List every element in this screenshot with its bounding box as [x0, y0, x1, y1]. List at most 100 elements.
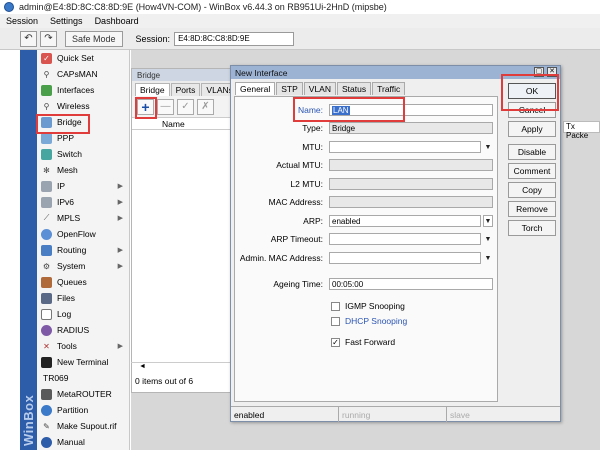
arp-select[interactable]: enabled [329, 215, 481, 227]
sidebar-item-new-terminal[interactable]: New Terminal [37, 354, 129, 370]
sidebar-item-queues[interactable]: Queues [37, 274, 129, 290]
arp-timeout-dropdown-icon[interactable]: ▼ [483, 233, 493, 245]
disable-icon[interactable]: ✗ [197, 98, 214, 115]
mtu-field[interactable] [329, 141, 481, 153]
arp-dropdown-icon[interactable]: ▼ [483, 215, 493, 227]
copy-button[interactable]: Copy [508, 182, 556, 198]
sidebar-item-tools[interactable]: ✕ Tools ▶ [37, 338, 129, 354]
sidebar-item-files[interactable]: Files [37, 290, 129, 306]
sidebar-item-system[interactable]: ⚙ System ▶ [37, 258, 129, 274]
quick-set-icon: ✓ [41, 52, 52, 64]
title-bar: admin@E4:8D:8C:C8:8D:9E (How4VN-COM) - W… [0, 0, 600, 14]
switch-icon [41, 148, 52, 160]
sidebar-item-make-supout[interactable]: ✎ Make Supout.rif [37, 418, 129, 434]
mtu-dropdown-icon[interactable]: ▼ [483, 141, 493, 153]
sidebar-item-mpls[interactable]: ⟋ MPLS ▶ [37, 210, 129, 226]
mesh-icon: ✻ [43, 165, 50, 175]
sidebar-item-ipv6[interactable]: IPv6 ▶ [37, 194, 129, 210]
sidebar-item-openflow[interactable]: OpenFlow [37, 226, 129, 242]
menu-session[interactable]: Session [0, 16, 44, 26]
highlight-name-field [293, 97, 405, 122]
igmp-snooping-checkbox[interactable] [331, 302, 340, 311]
comment-button[interactable]: Comment [508, 163, 556, 179]
capsman-icon: ⚲ [43, 69, 50, 79]
mtu-label: MTU: [302, 142, 323, 152]
actual-mtu-field [329, 159, 493, 171]
fast-forward-label: Fast Forward [345, 337, 396, 347]
tab-general[interactable]: General [235, 82, 276, 95]
dhcp-snooping-label: DHCP Snooping [345, 316, 408, 326]
actual-mtu-label: Actual MTU: [276, 160, 323, 170]
highlight-add-button [135, 97, 157, 119]
scroll-left-icon[interactable]: ◄ [131, 362, 231, 373]
sidebar-item-log[interactable]: Log [37, 306, 129, 322]
sidebar-item-quick-set[interactable]: ✓ Quick Set [37, 50, 129, 66]
redo-icon[interactable]: ↷ [40, 30, 57, 47]
menu-dashboard[interactable]: Dashboard [89, 16, 145, 26]
tab-bridge[interactable]: Bridge [135, 83, 170, 96]
disable-button[interactable]: Disable [508, 144, 556, 160]
arp-label: ARP: [303, 216, 323, 226]
sidebar-item-tr069[interactable]: TR069 [37, 370, 129, 386]
supout-icon: ✎ [43, 421, 50, 431]
sidebar-item-switch[interactable]: Switch [37, 146, 129, 162]
submenu-arrow-icon: ▶ [117, 183, 123, 190]
tab-vlan[interactable]: VLAN [303, 82, 336, 95]
highlight-ok-button [501, 74, 559, 111]
tab-stp[interactable]: STP [276, 82, 303, 95]
sidebar-item-ip[interactable]: IP ▶ [37, 178, 129, 194]
general-panel: Name: LAN Type: Bridge MTU: ▼ Actual MTU… [234, 96, 498, 402]
wireless-icon: ⚲ [43, 101, 50, 111]
metarouter-icon [41, 388, 52, 400]
sidebar-item-manual[interactable]: Manual [37, 434, 129, 450]
column-tx-packets[interactable]: Tx Packe [563, 121, 600, 140]
arp-timeout-field[interactable] [329, 233, 481, 245]
l2-mtu-field [329, 178, 493, 190]
torch-button[interactable]: Torch [508, 220, 556, 236]
mac-address-field [329, 196, 493, 208]
tab-status[interactable]: Status [337, 82, 372, 95]
ageing-time-field[interactable]: 00:05:00 [329, 278, 493, 290]
openflow-icon [41, 228, 52, 240]
submenu-arrow-icon: ▶ [117, 343, 123, 350]
sidebar-item-mesh[interactable]: ✻ Mesh [37, 162, 129, 178]
routing-icon [41, 244, 52, 256]
dhcp-snooping-checkbox[interactable] [331, 317, 340, 326]
sidebar-item-partition[interactable]: Partition [37, 402, 129, 418]
dialog-tabs: General STP VLAN Status Traffic [235, 82, 406, 95]
sidebar-item-interfaces[interactable]: Interfaces [37, 82, 129, 98]
mac-address-label: MAC Address: [268, 197, 323, 207]
session-field[interactable]: E4:8D:8C:C8:8D:9E [174, 31, 295, 46]
enable-icon[interactable]: ✓ [177, 98, 194, 115]
safe-mode-button[interactable]: Safe Mode [65, 30, 123, 47]
type-label: Type: [302, 123, 323, 133]
tab-traffic[interactable]: Traffic [372, 82, 406, 95]
submenu-arrow-icon: ▶ [117, 263, 123, 270]
fast-forward-checkbox[interactable]: ✓ [331, 338, 340, 347]
igmp-snooping-label: IGMP Snooping [345, 301, 405, 311]
log-icon [41, 308, 52, 320]
undo-icon[interactable]: ↶ [20, 30, 37, 47]
sidebar-item-wireless[interactable]: ⚲ Wireless [37, 98, 129, 114]
files-icon [41, 292, 52, 304]
sidebar-item-metarouter[interactable]: MetaROUTER [37, 386, 129, 402]
window-title: admin@E4:8D:8C:C8:8D:9E (How4VN-COM) - W… [19, 2, 387, 12]
remove-button[interactable]: Remove [508, 201, 556, 217]
queues-icon [41, 276, 52, 288]
menu-settings[interactable]: Settings [44, 16, 89, 26]
sidebar-item-capsman[interactable]: ⚲ CAPsMAN [37, 66, 129, 82]
remove-icon[interactable]: — [157, 98, 174, 115]
tab-ports[interactable]: Ports [170, 83, 201, 96]
apply-button[interactable]: Apply [508, 121, 556, 137]
mpls-icon: ⟋ [43, 213, 50, 222]
ppp-icon [41, 132, 52, 144]
system-icon: ⚙ [42, 261, 51, 271]
sidebar-item-routing[interactable]: Routing ▶ [37, 242, 129, 258]
manual-icon [41, 436, 52, 448]
session-label: Session: [135, 33, 171, 44]
arp-timeout-label: ARP Timeout: [270, 234, 323, 244]
sidebar-item-radius[interactable]: RADIUS [37, 322, 129, 338]
admin-mac-dropdown-icon[interactable]: ▼ [483, 252, 493, 264]
winbox-brand: WinBox [21, 394, 36, 446]
admin-mac-field[interactable] [329, 252, 481, 264]
